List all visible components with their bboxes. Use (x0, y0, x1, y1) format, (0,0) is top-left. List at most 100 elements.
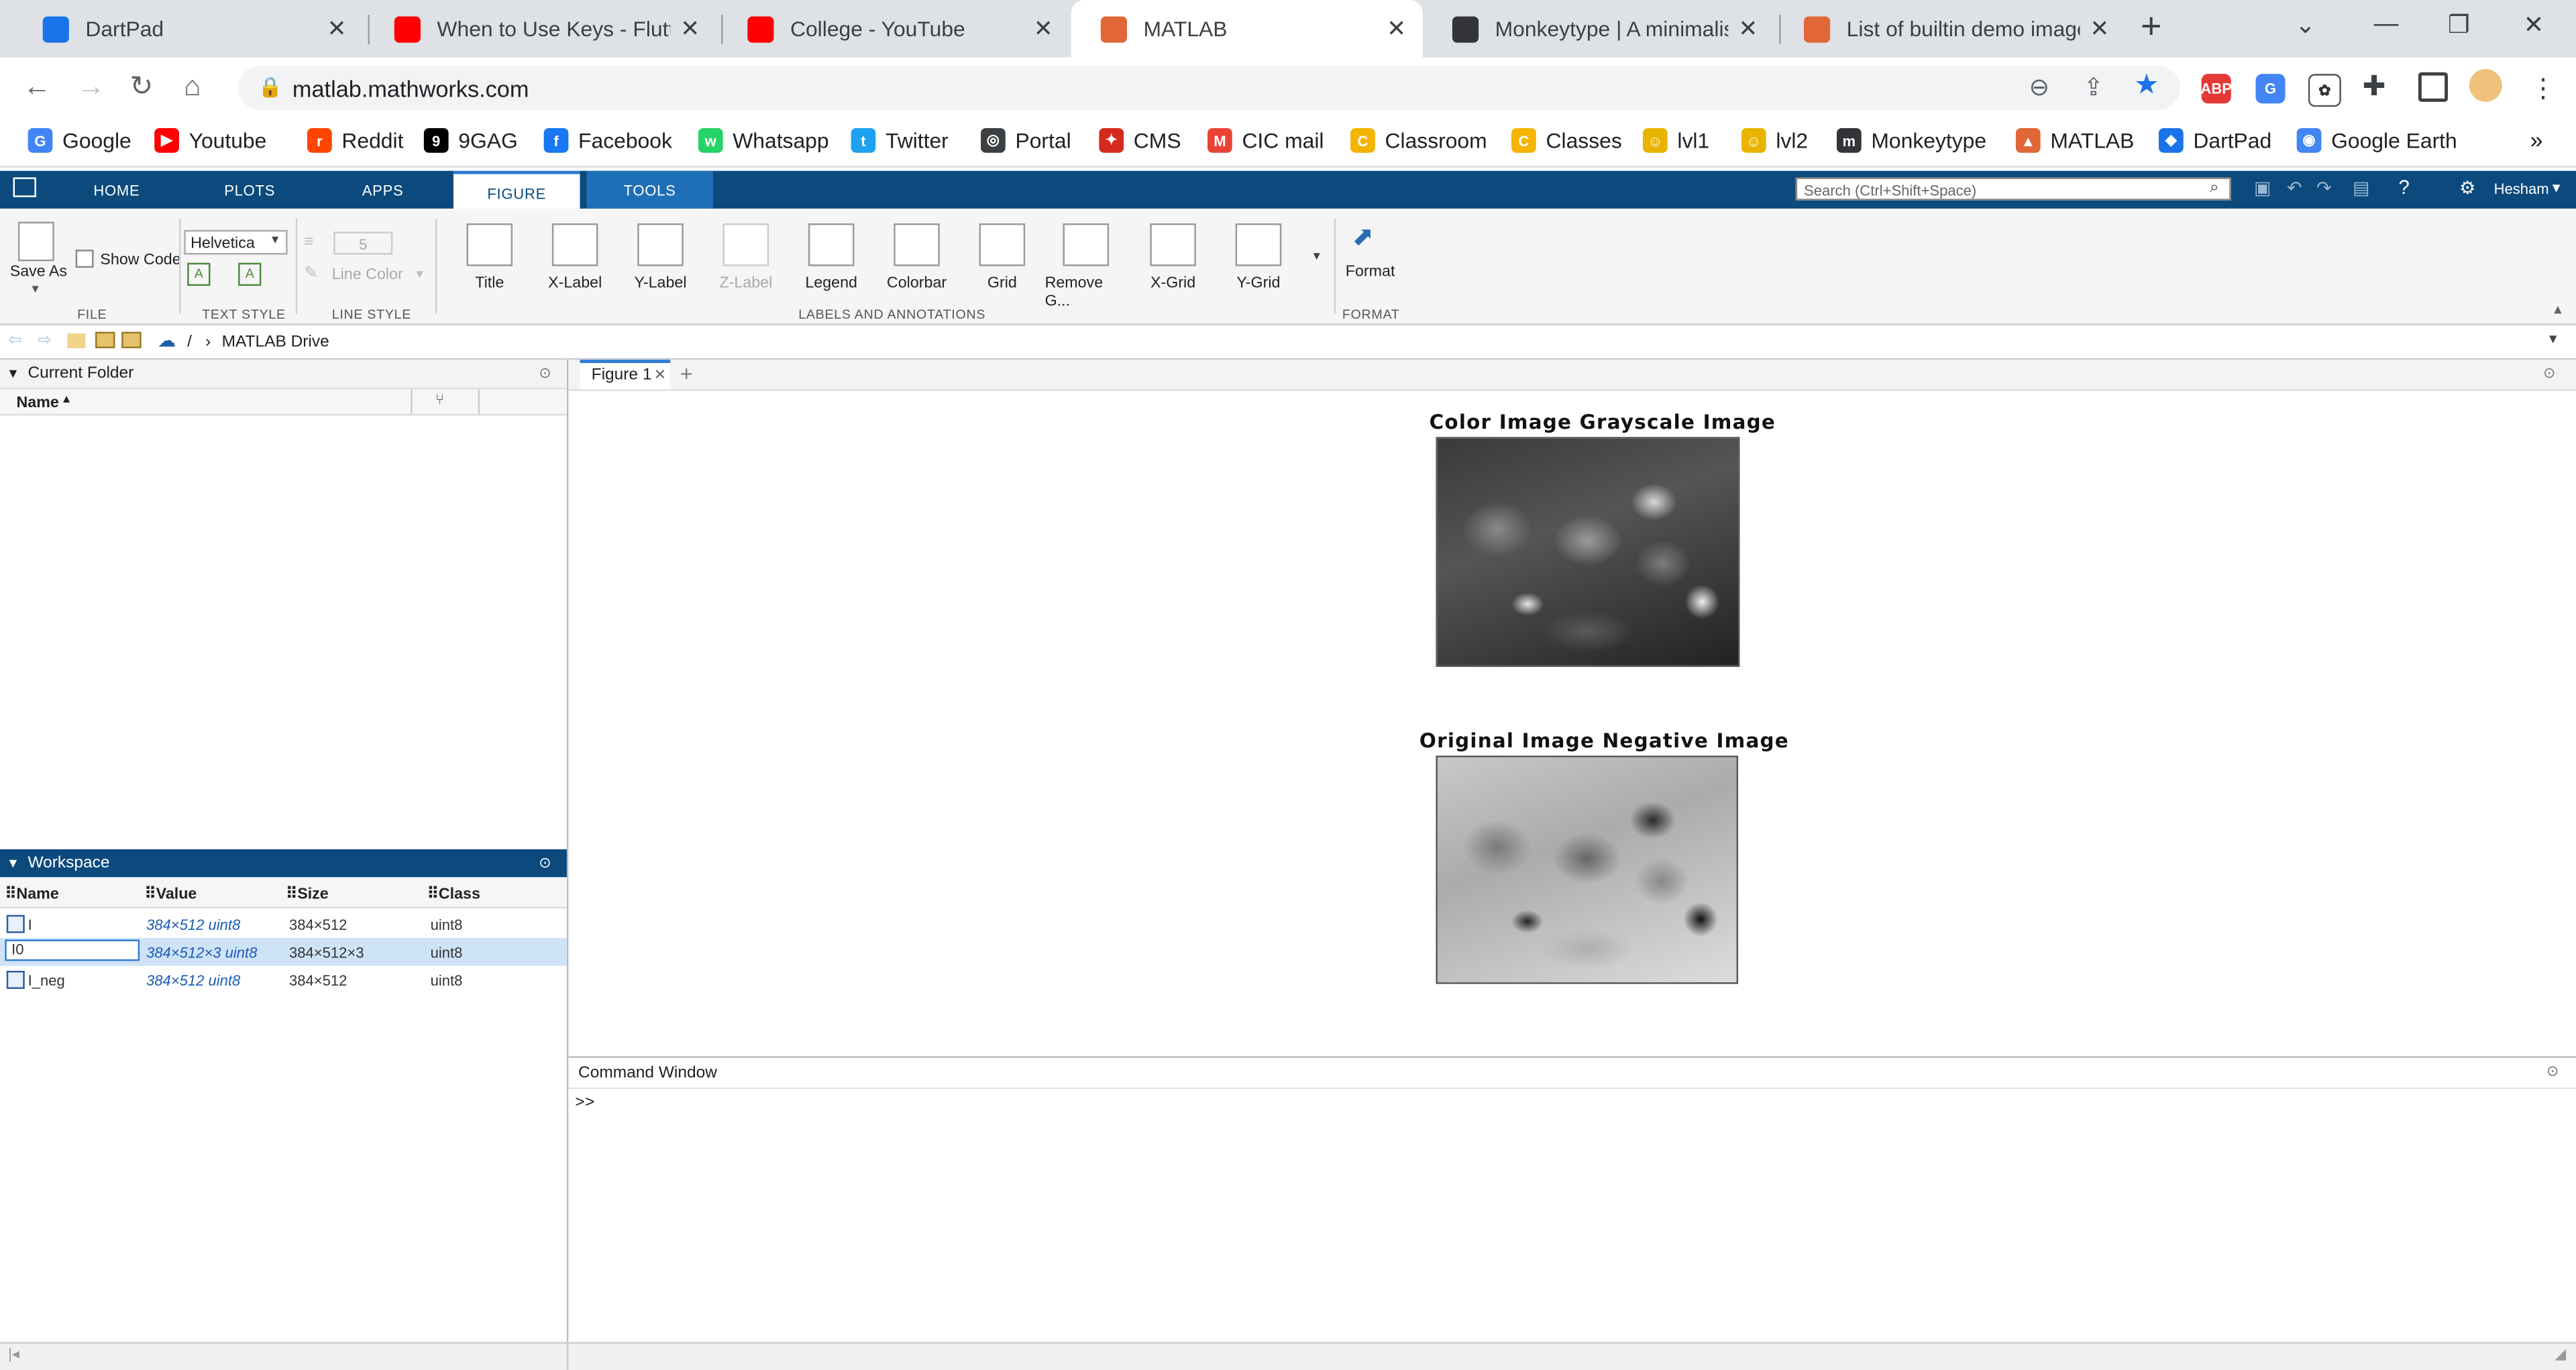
close-tab-icon[interactable]: ✕ (317, 15, 357, 43)
resize-grip-icon[interactable]: ◢ (2555, 1345, 2566, 1363)
redo-icon[interactable]: ↷ (2316, 177, 2332, 199)
user-menu[interactable]: Hesham (2494, 180, 2549, 197)
bookmark-item[interactable]: r Reddit (307, 127, 403, 153)
cell-class[interactable]: uint8 (431, 945, 463, 961)
cell-size[interactable]: 384×512 (289, 972, 347, 988)
x-grid-button[interactable]: X-Grid (1144, 223, 1203, 293)
close-tab-icon[interactable]: ✕ (2080, 15, 2119, 43)
save-as-chevron-icon[interactable]: ▼ (30, 284, 41, 296)
community-icon[interactable]: ⚙ (2459, 177, 2475, 199)
column-divider[interactable] (478, 389, 480, 414)
line-color-button[interactable]: Line Color (332, 266, 403, 284)
bookmark-item[interactable]: ▲ MATLAB (2015, 127, 2134, 153)
bookmark-item[interactable]: G Google (28, 127, 131, 153)
format-icon[interactable]: ⬈ (1352, 220, 1375, 253)
save-as-icon[interactable] (17, 221, 54, 262)
grid-button[interactable]: Grid (973, 223, 1032, 293)
cell-class[interactable]: uint8 (431, 916, 463, 933)
layout-icon[interactable]: ▤ (2353, 177, 2369, 199)
browser-menu-icon[interactable]: ⋮ (2530, 72, 2556, 105)
format-button[interactable]: Format (1346, 263, 1395, 281)
close-window-button[interactable]: ✕ (2524, 10, 2544, 40)
command-prompt[interactable]: >> (575, 1096, 594, 1114)
tab-home[interactable]: HOME (70, 171, 162, 209)
line-color-chevron-icon[interactable]: ▼ (414, 270, 425, 281)
undo-icon[interactable]: ↶ (2287, 177, 2302, 199)
collapse-icon[interactable]: ▼ (7, 856, 19, 871)
home-button[interactable]: ⌂ (184, 70, 201, 103)
column-divider[interactable] (411, 389, 413, 414)
browser-tab[interactable]: College - YouTube ✕ (718, 0, 1069, 58)
bookmark-item[interactable]: m Monkeytype (1836, 127, 1986, 153)
cell-value[interactable]: 384×512×3 uint8 (146, 945, 257, 961)
bookmark-item[interactable]: ▶ Youtube (154, 127, 266, 153)
more-bookmarks-button[interactable]: » (2530, 127, 2542, 153)
forward-button[interactable]: → (77, 70, 105, 103)
cell-class[interactable]: uint8 (431, 972, 463, 988)
tab-tools[interactable]: TOOLS (586, 170, 713, 209)
path-root[interactable]: / (187, 333, 192, 352)
browser-tab[interactable]: MATLAB ✕ (1071, 0, 1423, 58)
increase-font-icon[interactable]: A (187, 262, 211, 286)
y-label-button[interactable]: Y-Label (631, 223, 690, 293)
search-folder-icon[interactable] (121, 331, 142, 349)
z-label-button[interactable]: Z-Label (716, 223, 775, 293)
bookmark-item[interactable]: ◉ Google Earth (2296, 127, 2457, 153)
bookmark-item[interactable]: ☺ lvl1 (1643, 127, 1709, 153)
bookmark-item[interactable]: ◎ Portal (981, 127, 1071, 153)
title-button[interactable]: Title (460, 223, 519, 293)
bookmark-star-icon[interactable]: ★ (2134, 69, 2159, 102)
browser-tab[interactable]: List of builtin demo images ✕ (1774, 0, 2126, 58)
close-tab-icon[interactable]: ✕ (670, 15, 710, 43)
cell-value[interactable]: 384×512 uint8 (146, 916, 240, 933)
pane-options-icon[interactable]: ⊙ (2543, 365, 2555, 383)
bookmark-item[interactable]: w Whatsapp (698, 127, 829, 153)
y-grid-button[interactable]: Y-Grid (1229, 223, 1288, 293)
variable-name-edit-field[interactable]: I0 (5, 939, 140, 961)
translate-extension-icon[interactable]: G (2255, 74, 2286, 104)
column-name[interactable]: Name (16, 394, 58, 413)
help-icon[interactable]: ? (2399, 176, 2410, 199)
path-folder[interactable]: MATLAB Drive (222, 333, 329, 352)
lock-icon[interactable]: 🔒 (258, 76, 282, 99)
cell-size[interactable]: 384×512×3 (289, 945, 364, 961)
bookmark-item[interactable]: ✦ CMS (1099, 127, 1181, 153)
browser-tab[interactable]: Monkeytype | A minimalistic✕ (1423, 0, 1774, 58)
bookmark-item[interactable]: ◆ DartPad (2158, 127, 2271, 153)
legend-button[interactable]: Legend (802, 223, 861, 293)
bookmark-item[interactable]: C Classes (1511, 127, 1622, 153)
openai-extension-icon[interactable]: ✿ (2308, 74, 2341, 107)
profile-avatar[interactable] (2469, 68, 2502, 102)
matlab-desktop-icon[interactable] (13, 177, 36, 197)
git-icon[interactable]: ⑂ (435, 391, 444, 407)
close-tab-icon[interactable]: ✕ (1024, 15, 1063, 43)
scroll-left-icon[interactable]: |◂ (8, 1345, 19, 1363)
bookmark-item[interactable]: t Twitter (851, 127, 949, 153)
column-class[interactable]: ⠿Class (427, 886, 480, 904)
minimize-button[interactable]: — (2374, 10, 2399, 38)
bookmark-item[interactable]: 9 9GAG (423, 127, 518, 153)
show-code-checkbox[interactable] (75, 250, 94, 268)
collapse-ribbon-icon[interactable]: ▲ (2551, 303, 2564, 317)
back-button[interactable]: ← (23, 70, 51, 103)
save-as-button[interactable]: Save As (10, 263, 67, 281)
zoom-icon[interactable]: ⊖ (2029, 72, 2050, 102)
pane-options-icon[interactable]: ⊙ (2546, 1063, 2559, 1081)
column-value[interactable]: ⠿Value (145, 886, 197, 904)
up-folder-icon[interactable] (67, 333, 86, 349)
tab-apps[interactable]: APPS (337, 171, 429, 209)
path-history-chevron-icon[interactable]: ▼ (2546, 332, 2559, 347)
column-size[interactable]: ⠿Size (286, 886, 329, 904)
tab-figure[interactable]: FIGURE (453, 170, 580, 212)
bookmark-item[interactable]: ☺ lvl2 (1741, 127, 1808, 153)
pane-options-icon[interactable]: ⊙ (539, 854, 551, 872)
close-tab-icon[interactable]: ✕ (1377, 15, 1416, 43)
table-row[interactable] (0, 910, 567, 938)
column-name[interactable]: ⠿Name (5, 886, 58, 904)
adblock-extension-icon[interactable]: ABP (2200, 74, 2232, 104)
line-width-spinner[interactable]: 5 (333, 231, 393, 255)
tab-plots[interactable]: PLOTS (204, 171, 296, 209)
bookmark-item[interactable]: C Classroom (1350, 127, 1487, 153)
bookmark-item[interactable]: M CIC mail (1208, 127, 1324, 153)
side-panel-icon[interactable] (2418, 72, 2449, 102)
